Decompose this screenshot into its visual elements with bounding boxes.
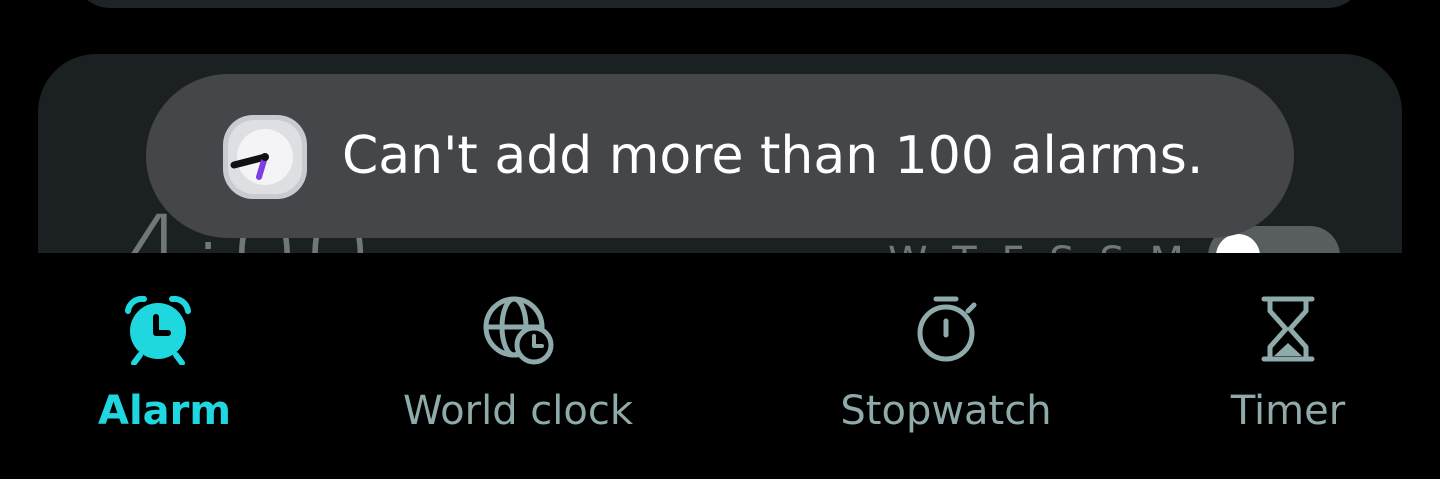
nav-label-timer: Timer — [1230, 388, 1346, 434]
nav-item-world-clock[interactable]: World clock — [388, 253, 648, 453]
toast-notification: Can't add more than 100 alarms. — [146, 74, 1294, 238]
nav-item-stopwatch[interactable]: Stopwatch — [820, 253, 1072, 453]
nav-item-timer[interactable]: Timer — [1218, 253, 1358, 453]
stopwatch-icon — [917, 296, 977, 362]
alarm-days: W T F S S M — [888, 239, 1190, 253]
nav-label-alarm: Alarm — [98, 388, 232, 434]
globe-clock-icon — [483, 296, 554, 365]
previous-alarm-card[interactable] — [74, 0, 1364, 8]
toast-message: Can't add more than 100 alarms. — [342, 126, 1204, 186]
nav-item-alarm[interactable]: Alarm — [88, 253, 232, 453]
nav-label-world-clock: World clock — [402, 388, 634, 434]
hourglass-icon — [1261, 296, 1315, 362]
alarm-clock-icon — [125, 295, 191, 365]
bottom-navigation: Alarm World clock Stopwatch Timer — [0, 253, 1440, 479]
clock-app-icon — [223, 115, 307, 199]
nav-label-stopwatch: Stopwatch — [840, 388, 1052, 434]
